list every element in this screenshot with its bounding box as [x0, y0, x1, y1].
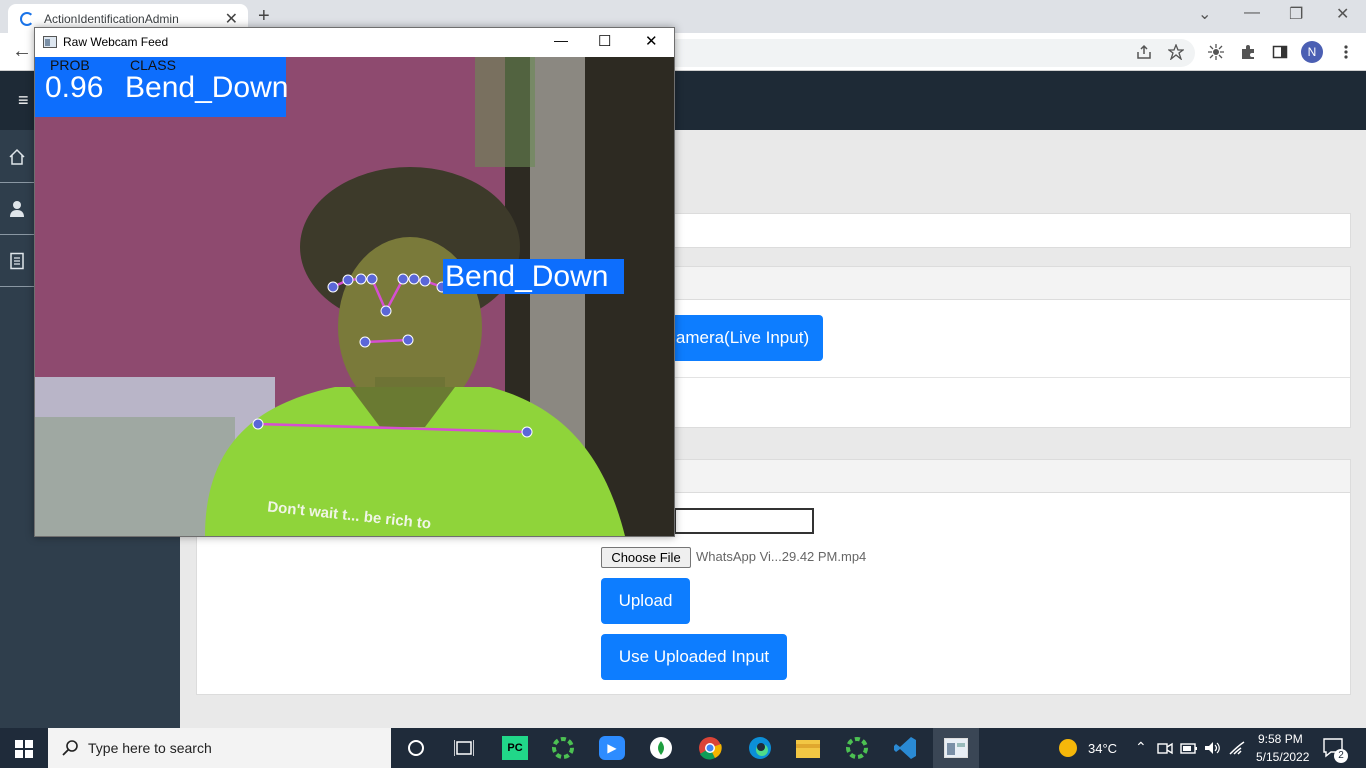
menu-icon[interactable] [1343, 44, 1349, 60]
share-icon[interactable] [1136, 44, 1152, 60]
camera-live-input-button[interactable]: amera(Live Input) [662, 315, 823, 361]
weather-sun-icon[interactable] [1058, 738, 1078, 758]
weather-temp[interactable]: 34°C [1088, 741, 1117, 756]
prediction-box: PROB CLASS 0.96 Bend_Down [35, 57, 289, 117]
webcam-window-title: Raw Webcam Feed [63, 35, 169, 49]
chrome-icon[interactable] [698, 736, 722, 760]
file-explorer-icon[interactable] [796, 738, 820, 758]
new-tab-button[interactable]: + [258, 5, 270, 28]
tab-search-icon[interactable]: ⌄ [1198, 4, 1211, 24]
pycharm-icon[interactable]: PC [502, 736, 528, 760]
choose-file-button[interactable]: Choose File [601, 547, 691, 568]
probability-value: 0.96 [45, 71, 104, 104]
class-value: Bend_Down [125, 71, 289, 104]
restore-button[interactable]: ❐ [1289, 4, 1303, 24]
chevron-up-icon[interactable]: ⌃ [1135, 739, 1147, 756]
home-icon [9, 148, 25, 165]
webcam-close-button[interactable]: ✕ [645, 32, 658, 50]
tab-close-icon[interactable]: ✕ [225, 9, 238, 29]
webcam-titlebar[interactable]: Raw Webcam Feed — ☐ ✕ [35, 28, 674, 57]
webcam-feed: Don't wait t... be rich to PROB CLASS 0.… [35, 57, 674, 536]
text-input[interactable] [674, 508, 814, 534]
vscode-icon[interactable] [894, 736, 918, 760]
profile-avatar[interactable]: N [1301, 41, 1323, 63]
spinner-app-icon[interactable] [551, 736, 575, 760]
document-icon [10, 252, 24, 269]
tab-title: ActionIdentificationAdmin [44, 11, 179, 26]
webcam-window[interactable]: Raw Webcam Feed — ☐ ✕ Don't wait t... be… [34, 27, 675, 537]
search-icon [62, 740, 78, 756]
hamburger-icon[interactable]: ≡ [18, 90, 29, 111]
notification-count: 2 [1334, 749, 1348, 763]
webcam-maximize-button[interactable]: ☐ [598, 32, 611, 50]
pose-landmarks-overlay [252, 273, 533, 438]
selected-file-name: WhatsApp Vi...29.42 PM.mp4 [696, 549, 867, 564]
extension-bug-icon[interactable] [1208, 44, 1224, 60]
task-view-icon[interactable] [454, 739, 474, 757]
zoom-icon[interactable]: ▶ [599, 736, 625, 760]
meet-icon[interactable] [1157, 741, 1173, 755]
use-uploaded-input-button[interactable]: Use Uploaded Input [601, 634, 787, 680]
search-placeholder: Type here to search [88, 740, 212, 756]
webcam-minimize-button[interactable]: — [554, 32, 568, 48]
close-button[interactable]: ✕ [1336, 4, 1349, 24]
speaker-icon[interactable] [1204, 740, 1220, 756]
window-app-icon [43, 36, 57, 48]
cortana-icon[interactable] [407, 739, 425, 757]
sidepanel-icon[interactable] [1272, 44, 1288, 60]
puzzle-icon[interactable] [1240, 44, 1256, 60]
notes-icon[interactable] [649, 736, 673, 760]
windows-start-icon[interactable] [15, 740, 33, 758]
back-button[interactable]: ← [12, 40, 32, 63]
star-icon[interactable] [1168, 44, 1184, 60]
user-icon [10, 200, 24, 217]
sidebar-item-user[interactable] [0, 183, 34, 235]
battery-icon[interactable] [1180, 741, 1198, 755]
sidebar-item-documents[interactable] [0, 235, 34, 287]
loading-spinner-icon [20, 11, 34, 26]
minimize-button[interactable]: — [1244, 4, 1260, 22]
sidebar-item-home[interactable] [0, 131, 34, 183]
address-bar[interactable] [675, 39, 1195, 67]
clock-time[interactable]: 9:58 PM [1258, 732, 1303, 746]
upload-button[interactable]: Upload [601, 578, 690, 624]
wifi-icon[interactable] [1228, 740, 1246, 756]
taskbar-search[interactable]: Type here to search [48, 728, 391, 768]
pose-class-label: Bend_Down [443, 259, 624, 294]
clock-date[interactable]: 5/15/2022 [1256, 750, 1309, 764]
window-app-icon[interactable] [944, 738, 968, 758]
edge-icon[interactable] [748, 736, 772, 760]
chrome-like-icon[interactable] [845, 736, 869, 760]
